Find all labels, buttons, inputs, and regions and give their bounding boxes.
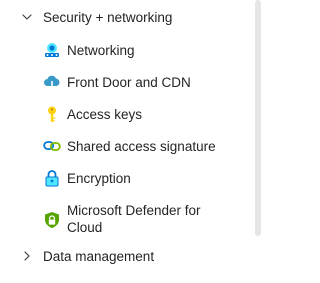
menu-item-networking[interactable]: Networking	[0, 36, 252, 64]
menu-item-encryption[interactable]: Encryption	[0, 164, 252, 192]
resource-menu: Security + networking Networking Front D…	[0, 0, 252, 283]
menu-item-shared-access-signature[interactable]: Shared access signature	[0, 132, 252, 160]
scrollbar-thumb[interactable]	[255, 0, 261, 236]
menu-item-label: Encryption	[67, 171, 131, 186]
chevron-down-icon[interactable]	[20, 10, 34, 24]
menu-item-front-door-cdn[interactable]: Front Door and CDN	[0, 68, 252, 96]
group-data-management[interactable]: Data management	[0, 242, 252, 270]
menu-item-access-keys[interactable]: Access keys	[0, 100, 252, 128]
front-door-cdn-icon	[43, 73, 61, 91]
group-security-networking[interactable]: Security + networking	[0, 3, 252, 31]
chevron-right-icon[interactable]	[20, 249, 34, 263]
encryption-lock-icon	[43, 169, 61, 187]
defender-shield-icon	[43, 211, 61, 229]
menu-item-label: Networking	[67, 43, 135, 58]
networking-icon	[43, 41, 61, 59]
menu-item-label: Shared access signature	[67, 139, 216, 154]
menu-item-label: Front Door and CDN	[67, 75, 191, 90]
link-icon	[43, 137, 61, 155]
key-icon	[43, 105, 61, 123]
menu-item-label: Access keys	[67, 107, 143, 122]
menu-item-label: Microsoft Defender for Cloud	[67, 203, 201, 235]
menu-item-microsoft-defender[interactable]: Microsoft Defender for Cloud	[0, 201, 252, 241]
group-label: Data management	[43, 248, 155, 264]
group-label: Security + networking	[43, 9, 173, 25]
